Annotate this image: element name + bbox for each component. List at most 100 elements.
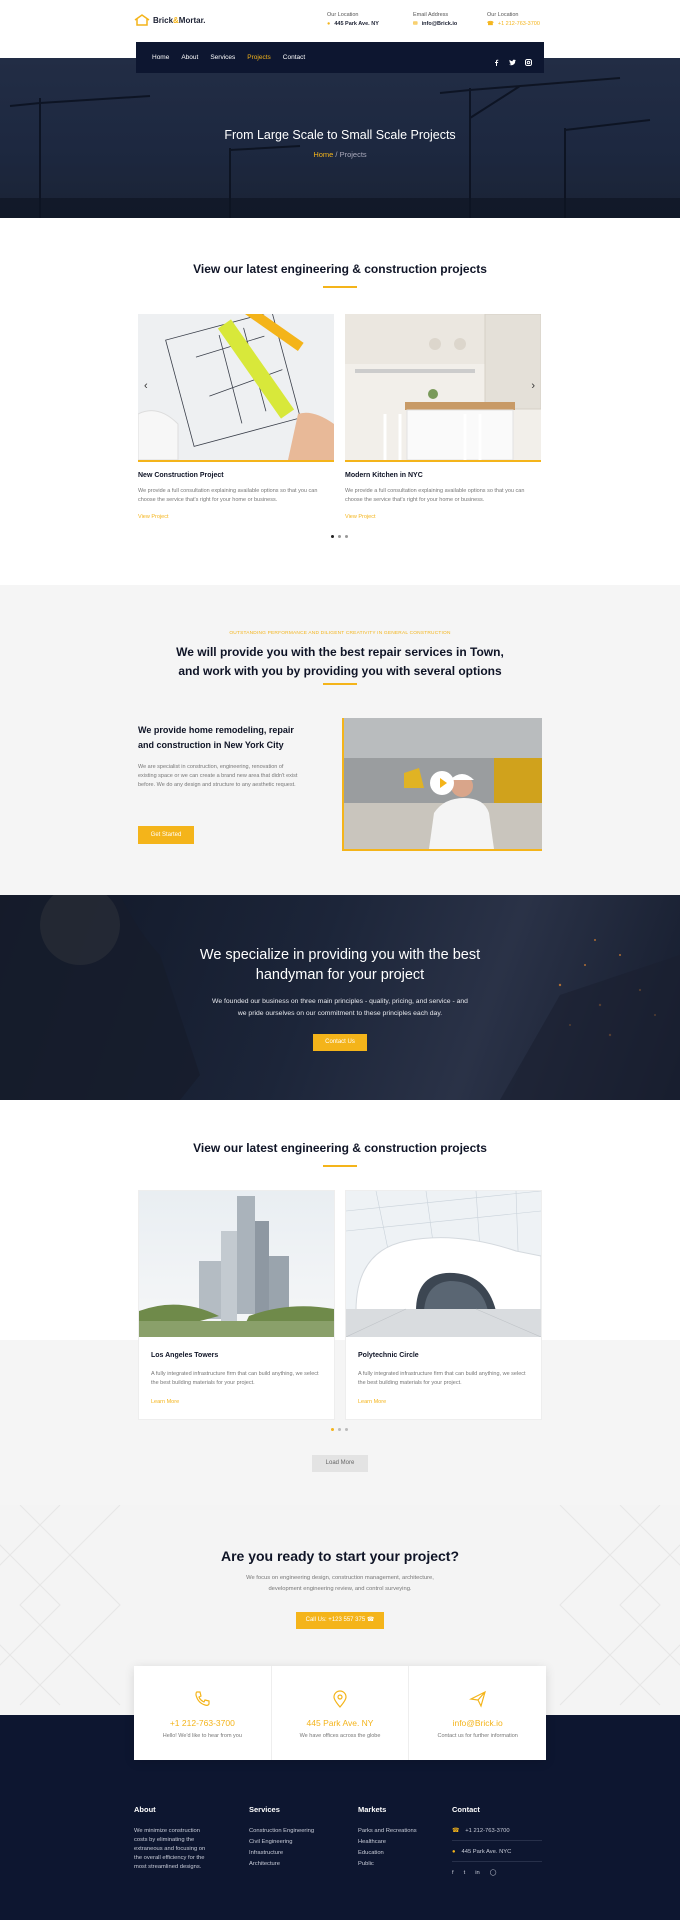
project-card-text: A fully integrated infrastructure firm t…	[151, 1371, 319, 1386]
carousel-dot[interactable]	[338, 1428, 341, 1431]
footer-phone: ☎ +1 212-763-3700	[452, 1828, 542, 1841]
nav-home[interactable]: Home	[152, 54, 169, 61]
footer-link[interactable]: Architecture	[249, 1861, 314, 1867]
phone-label: Our Location	[487, 12, 519, 18]
nav-services[interactable]: Services	[210, 54, 235, 61]
main-nav: Home About Services Projects Contact	[136, 42, 544, 73]
projects2-title: View our latest engineering & constructi…	[193, 1141, 487, 1155]
footer-link[interactable]: Public	[358, 1861, 417, 1867]
specialize-text-line2: we pride ourselves on our commitment to …	[237, 1010, 443, 1017]
title-underline	[323, 1165, 357, 1167]
top-bar: Brick & Mortar. Our Location ● 445 Park Ave…	[0, 0, 680, 46]
phone-icon: ☎	[366, 1617, 375, 1623]
footer-link[interactable]: Civil Engineering	[249, 1839, 314, 1845]
project-card[interactable]: Los Angeles Towers A fully integrated in…	[138, 1190, 335, 1420]
carousel-dot[interactable]	[345, 535, 348, 538]
title-underline	[323, 286, 357, 288]
services-text: We are specialist in construction, engin…	[138, 764, 298, 788]
footer-address-value: 445 Park Ave. NYC	[461, 1849, 512, 1855]
contact-us-button[interactable]: Contact Us	[313, 1034, 367, 1051]
carousel-dot[interactable]	[338, 535, 341, 538]
services-title-line1: We will provide you with the best repair…	[176, 645, 504, 659]
footer-about-line: We minimize construction	[134, 1828, 200, 1834]
play-button[interactable]	[430, 771, 454, 795]
email-value[interactable]: info@Brick.io	[422, 21, 458, 27]
services-eyebrow: OUTSTANDING PERFORMANCE AND DILIGENT CRE…	[229, 631, 451, 636]
carousel-next-icon[interactable]: ›	[531, 380, 535, 392]
circle-building-image	[345, 1190, 542, 1338]
twitter-icon[interactable]	[509, 53, 516, 66]
contact-cards: +1 212-763-3700 Hello! We'd like to hear…	[134, 1666, 546, 1760]
location-pin-icon: ●	[327, 21, 331, 27]
services-subtitle: We provide home remodeling, repair and c…	[138, 723, 318, 753]
phone-value[interactable]: +1 212-763-3700	[498, 21, 540, 27]
project-card[interactable]: ‹ New Construction Project We provide a …	[138, 314, 334, 520]
load-more-button[interactable]: Load More	[312, 1455, 368, 1472]
cta-title: Are you ready to start your project?	[220, 1548, 460, 1564]
nav-about[interactable]: About	[181, 54, 198, 61]
get-started-button[interactable]: Get Started	[138, 826, 194, 844]
contact-card-phone[interactable]: +1 212-763-3700 Hello! We'd like to hear…	[134, 1666, 272, 1760]
nav-social	[493, 53, 532, 66]
projects2-section	[0, 1100, 680, 1340]
learn-more-link[interactable]: Learn More	[358, 1399, 386, 1405]
carousel-dot[interactable]	[331, 535, 334, 538]
carousel-dot[interactable]	[331, 1428, 334, 1431]
location-icon	[333, 1690, 347, 1708]
header-phone: Our Location ☎ +1 212-763-3700	[487, 12, 540, 27]
cta-text-line1: We focus on engineering design, construc…	[246, 1575, 434, 1581]
footer-link[interactable]: Construction Engineering	[249, 1828, 314, 1834]
breadcrumb-home[interactable]: Home	[313, 150, 333, 159]
project-card-title: Los Angeles Towers	[151, 1352, 219, 1359]
services-section: OUTSTANDING PERFORMANCE AND DILIGENT CRE…	[0, 585, 680, 895]
footer-link[interactable]: Infrastructure	[249, 1850, 314, 1856]
footer-link[interactable]: Healthcare	[358, 1839, 417, 1845]
footer-services-title: Services	[249, 1805, 280, 1814]
footer-about: About We minimize construction costs by …	[134, 1805, 224, 1873]
specialize-title-line2: handyman for your project	[255, 967, 425, 983]
footer-link[interactable]: Education	[358, 1850, 417, 1856]
facebook-icon[interactable]	[493, 53, 500, 66]
location-value: 445 Park Ave. NY	[334, 21, 379, 27]
learn-more-link[interactable]: Learn More	[151, 1399, 179, 1405]
call-us-button[interactable]: Call Us: +123 557 375 ☎	[296, 1612, 384, 1629]
carousel-prev-icon[interactable]: ‹	[144, 380, 148, 392]
footer-phone-value[interactable]: +1 212-763-3700	[465, 1828, 509, 1834]
logo-part2: Mortar.	[178, 15, 206, 25]
project-card[interactable]: Polytechnic Circle A fully integrated in…	[345, 1190, 542, 1420]
footer-link[interactable]: Parks and Recreations	[358, 1828, 417, 1834]
breadcrumb-current: Projects	[339, 150, 367, 159]
view-project-link[interactable]: View Project	[345, 514, 541, 520]
project-card-text: A fully integrated infrastructure firm t…	[358, 1371, 526, 1386]
project-card-title: New Construction Project	[138, 472, 224, 479]
breadcrumb: Home / Projects	[0, 150, 680, 159]
email-label: Email Address	[413, 12, 449, 18]
project-card[interactable]: › Modern Kitchen in NYC We provide a ful…	[345, 314, 541, 520]
video-thumbnail[interactable]	[342, 718, 542, 851]
projects1-title: View our latest engineering & constructi…	[193, 262, 487, 276]
logo[interactable]: Brick & Mortar.	[134, 14, 205, 26]
phone-icon: ☎	[452, 1828, 460, 1834]
instagram-icon[interactable]: ◯	[490, 1870, 497, 1876]
linkedin-icon[interactable]: in	[475, 1870, 480, 1876]
nav-projects[interactable]: Projects	[247, 54, 270, 61]
house-logo-icon	[134, 14, 150, 26]
header-location: Our Location ● 445 Park Ave. NY	[327, 12, 379, 27]
services-title-line2: and work with you by providing you with …	[178, 664, 502, 678]
mail-icon: ✉	[413, 21, 418, 27]
location-pin-icon: ●	[452, 1849, 456, 1855]
twitter-icon[interactable]: t	[464, 1870, 466, 1876]
view-project-link[interactable]: View Project	[138, 514, 334, 520]
instagram-icon[interactable]	[525, 53, 532, 66]
footer-services: Services Construction Engineering Civil …	[249, 1805, 314, 1872]
contact-card-email[interactable]: info@Brick.io Contact us for further inf…	[409, 1666, 546, 1760]
towers-image	[139, 1191, 334, 1337]
logo-part1: Brick	[153, 15, 174, 25]
services-subtitle-line2: and construction in New York City	[138, 740, 284, 750]
carousel-dot[interactable]	[345, 1428, 348, 1431]
services-title: We will provide you with the best repair…	[0, 643, 680, 681]
facebook-icon[interactable]: f	[452, 1870, 454, 1876]
footer-about-line: costs by eliminating the	[134, 1837, 195, 1843]
nav-contact[interactable]: Contact	[283, 54, 305, 61]
contact-card-location[interactable]: 445 Park Ave. NY We have offices across …	[272, 1666, 410, 1760]
